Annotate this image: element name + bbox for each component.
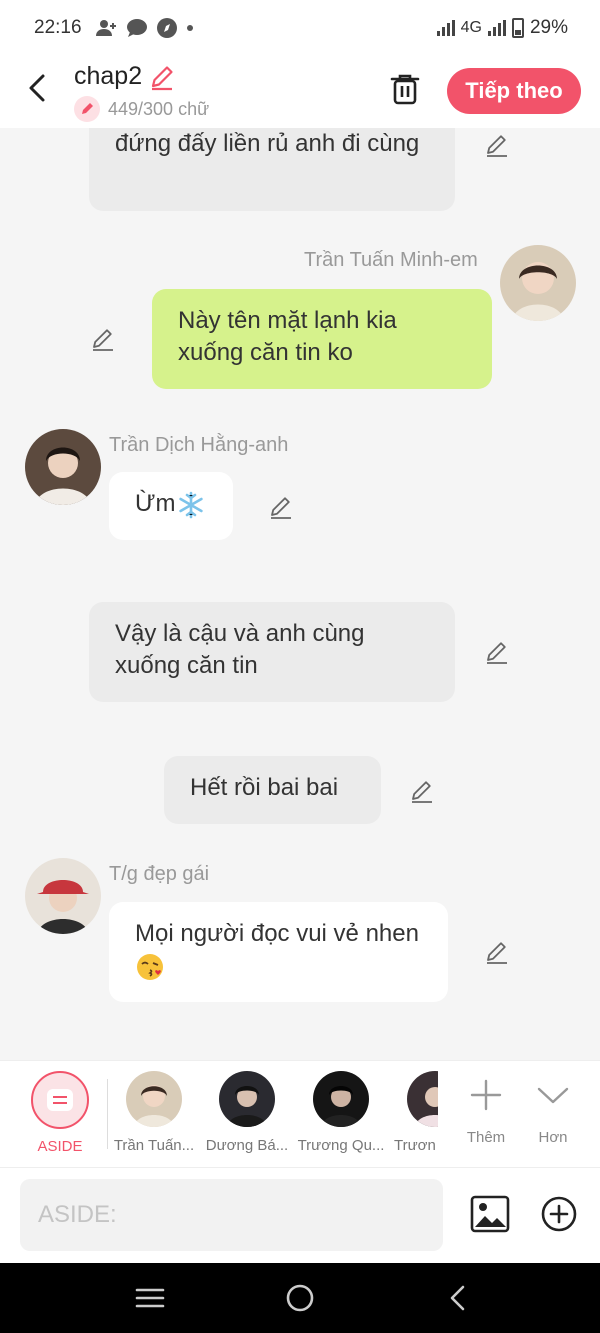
image-icon[interactable] [470,1195,510,1233]
sender-name: Trần Tuấn Minh-em [304,249,478,271]
back-arrow-icon [29,74,45,102]
message-bubble[interactable]: Này tên mặt lạnh kia xuống căn tin ko [152,289,492,389]
character-avatar [126,1071,182,1127]
message-text: Mọi người đọc vui vẻ nhen [135,920,419,947]
person-add-icon [95,20,116,36]
message-text: Này tên mặt lạnh kia xuống căn tin ko [178,307,397,366]
expand-button[interactable]: Hơn [523,1075,583,1146]
more-label: Thêm [466,1129,506,1146]
more-characters-button[interactable]: Thêm [456,1075,516,1146]
edit-message-icon[interactable] [409,778,435,804]
character-bar: ASIDE Trần Tuấn... Dương Bá... Trương Qu… [0,1060,600,1168]
status-time: 22:16 [34,17,82,38]
compass-icon [156,18,177,38]
message-bubble[interactable]: Mọi người đọc vui vẻ nhen [109,902,448,1002]
character-avatar [219,1071,275,1127]
avatar[interactable] [25,858,101,934]
chapter-title[interactable]: chap2 [74,62,176,91]
trash-icon[interactable] [388,72,422,106]
character-item[interactable]: Trần Tuấn... [106,1071,202,1154]
character-avatar [313,1071,369,1127]
battery-level: 29% [529,17,568,38]
aside-label: ASIDE [37,1138,83,1155]
narration-bubble[interactable]: Vậy là cậu và anh cùng xuống căn tin [89,602,455,702]
edit-message-icon[interactable] [268,494,294,520]
chapter-title-text: chap2 [74,62,143,90]
message-bubble[interactable]: Ừm [109,472,233,540]
network-type: 4G [460,19,482,36]
chat-area: đứng đấy liền rủ anh đi cùng Trần Tuấn M… [0,128,600,1060]
snowflake-icon [178,491,203,518]
home-icon[interactable] [283,1283,317,1313]
character-item[interactable]: Trương Qu... [293,1071,389,1154]
avatar[interactable] [500,245,576,321]
character-name: Trươn [394,1137,436,1154]
character-name: Trương Qu... [297,1137,385,1154]
word-count-text: 449/300 chữ [108,98,210,119]
edit-message-icon[interactable] [484,639,510,665]
edit-message-icon[interactable] [484,939,510,965]
aside-icon [47,1089,73,1111]
character-name: Trần Tuấn... [113,1137,195,1154]
status-right: 4G 29% [436,17,568,39]
avatar[interactable] [25,429,101,505]
recent-apps-icon[interactable] [133,1283,167,1313]
battery-icon [511,18,524,38]
narration-bubble[interactable]: Hết rồi bai bai [164,756,381,824]
system-nav-bar [0,1263,600,1333]
chat-bubble-icon [126,19,147,37]
sender-name: T/g đẹp gái [109,863,210,885]
character-item[interactable]: Trươn [386,1071,438,1154]
notification-icons [95,17,194,39]
character-avatar [407,1071,438,1127]
message-text: Ừm [135,490,176,517]
word-count: 449/300 chữ [74,96,209,122]
nav-back-icon[interactable] [441,1283,475,1313]
character-item[interactable]: Dương Bá... [199,1071,295,1154]
edit-message-icon[interactable] [484,132,510,158]
editor-header: chap2 449/300 chữ Tiếp theo [0,56,600,128]
signal-icon-2 [487,20,506,36]
message-input[interactable] [20,1179,443,1251]
plus-icon [470,1079,502,1111]
edit-message-icon[interactable] [90,326,116,352]
narration-text: đứng đấy liền rủ anh đi cùng [115,130,420,157]
chevron-down-icon [537,1087,569,1104]
next-button[interactable]: Tiếp theo [447,68,581,114]
pen-icon [74,96,100,122]
expand-label: Hơn [538,1129,568,1146]
add-circle-icon[interactable] [541,1196,577,1232]
back-button[interactable] [22,68,52,108]
signal-icon [436,20,455,36]
narration-text: Hết rồi bai bai [190,774,339,801]
edit-title-icon[interactable] [148,63,176,91]
composer [0,1168,600,1263]
sender-name: Trần Dịch Hằng-anh [109,434,289,456]
narration-bubble[interactable]: đứng đấy liền rủ anh đi cùng [89,128,455,211]
narration-text: Vậy là cậu và anh cùng xuống căn tin [115,620,365,679]
aside-button[interactable] [31,1071,89,1129]
status-bar: 22:16 4G 29% [0,0,600,56]
dot-icon [186,25,193,31]
kissing-face-icon [137,953,163,980]
character-name: Dương Bá... [205,1137,289,1154]
